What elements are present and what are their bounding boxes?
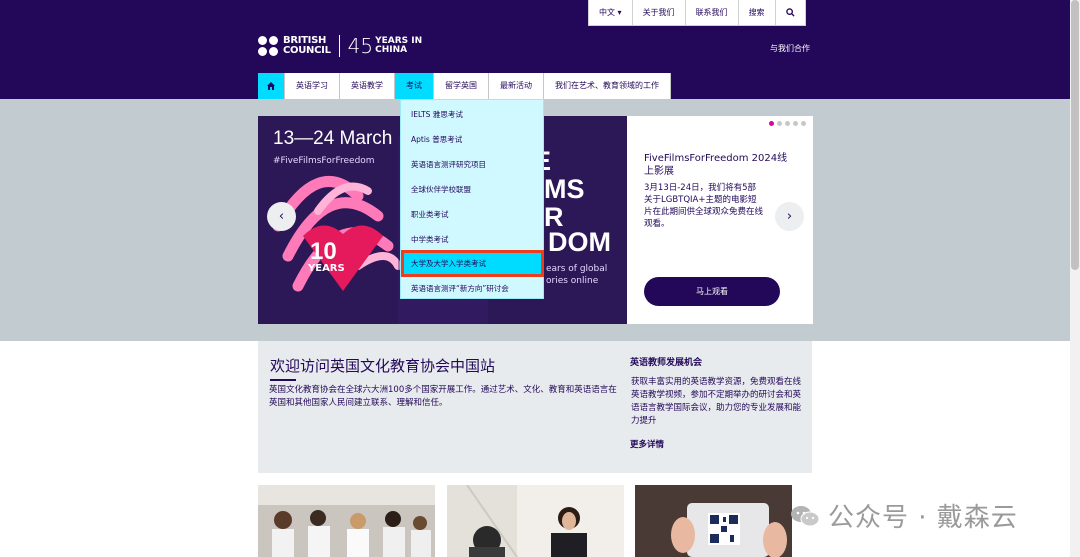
welcome-text: 英国文化教育协会在全球六大洲100多个国家开展工作。通过艺术、文化、教育和英语语… (269, 385, 617, 408)
dropdown-item-partner-schools[interactable]: 全球伙伴学校联盟 (411, 184, 471, 195)
nav-events[interactable]: 最新活动 (489, 73, 544, 99)
site-logo[interactable]: BRITISH COUNCIL 45 YEARS IN CHINA (258, 35, 422, 57)
hero-big-text-2: MS (544, 174, 585, 204)
dropdown-item-ielts[interactable]: IELTS 雅思考试 (411, 109, 463, 120)
page-scrollbar-thumb[interactable] (1071, 0, 1079, 270)
chevron-right-icon: › (786, 209, 793, 224)
hero-date: 13—24 March (273, 128, 393, 149)
carousel-dot[interactable] (769, 121, 774, 126)
carousel-dot[interactable] (801, 121, 806, 126)
language-selector[interactable]: 中文 ▾ (589, 0, 633, 25)
watermark-text: 公众号 · 戴森云 (828, 503, 1018, 533)
hero-small-text-1: ears of global (546, 264, 608, 274)
home-icon (267, 82, 275, 90)
main-nav: 英语学习 英语教学 考试 留学英国 最新活动 我们在艺术、教育领域的工作 (258, 73, 671, 99)
logo-wordmark: BRITISH COUNCIL (283, 35, 331, 56)
nav-home[interactable] (258, 73, 285, 99)
dropdown-item-new-directions[interactable]: 英语语言测评“新方向”研讨会 (411, 283, 509, 294)
hero-small-text-2: ories online (546, 276, 599, 286)
thumbnail-lab-image[interactable] (258, 485, 435, 557)
dropdown-item-professional-exams[interactable]: 职业类考试 (411, 209, 449, 220)
search-link[interactable]: 搜索 (739, 0, 776, 25)
logo-years-in-china: YEARS IN CHINA (375, 36, 423, 55)
hero-description: 3月13日-24日，我们将有5部关于LGBTQIA+主题的电影短片在此期间供全球… (644, 183, 764, 229)
dropdown-item-secondary-exams[interactable]: 中学类考试 (411, 234, 449, 245)
utility-bar: 中文 ▾ 关于我们 联系我们 搜索 (588, 0, 806, 26)
watch-now-button[interactable]: 马上观看 (644, 277, 780, 306)
about-link[interactable]: 关于我们 (633, 0, 686, 25)
thumbnail-meeting-image[interactable] (447, 485, 624, 557)
nav-english-teaching[interactable]: 英语教学 (340, 73, 395, 99)
nav-exams[interactable]: 考试 (395, 73, 434, 99)
british-council-dots-icon (258, 36, 278, 56)
wechat-icon (791, 505, 820, 526)
carousel-dot[interactable] (777, 121, 782, 126)
hero-hashtag: #FiveFilmsForFreedom (273, 156, 375, 166)
carousel-prev-button[interactable]: ‹ (267, 202, 296, 231)
contact-link[interactable]: 联系我们 (686, 0, 739, 25)
welcome-section: 欢迎访问英国文化教育协会中国站 英国文化教育协会在全球六大洲100多个国家开展工… (258, 341, 812, 473)
exams-dropdown-menu: IELTS 雅思考试 Aptis 普思考试 英语语言测评研究项目 全球伙伴学校联… (400, 99, 544, 299)
carousel-dot[interactable] (793, 121, 798, 126)
search-icon[interactable] (776, 0, 805, 25)
dropdown-item-aptis[interactable]: Aptis 普思考试 (411, 134, 462, 145)
dropdown-item-university-exams[interactable]: 大学及大学入学类考试 (411, 258, 486, 269)
logo-45: 45 (347, 34, 374, 58)
nav-arts-education[interactable]: 我们在艺术、教育领域的工作 (544, 73, 671, 99)
thumbnail-qr-card-image[interactable] (635, 485, 792, 557)
partner-link[interactable]: 与我们合作 (770, 43, 810, 54)
hero-title: FiveFilmsForFreedom 2024线上影展 (644, 153, 788, 177)
hero-years: YEARS (308, 263, 345, 274)
chevron-left-icon: ‹ (278, 209, 285, 224)
welcome-title: 欢迎访问英国文化教育协会中国站 (270, 357, 496, 375)
wechat-watermark: 公众号 · 戴森云 (790, 497, 1018, 534)
logo-divider (338, 35, 340, 57)
title-underline (270, 379, 296, 381)
teacher-opportunities-text: 获取丰富实用的英语教学资源，免费观看在线英语教学视频，参加不定期举办的研讨会和英… (631, 377, 802, 426)
dropdown-item-assessment-research[interactable]: 英语语言测评研究项目 (411, 159, 486, 170)
more-details-link[interactable]: 更多详情 (630, 438, 664, 450)
carousel-dot[interactable] (785, 121, 790, 126)
teacher-opportunities-title: 英语教师发展机会 (630, 358, 703, 368)
hero-10: 10 (310, 238, 337, 265)
nav-english-learning[interactable]: 英语学习 (285, 73, 340, 99)
carousel-dots (769, 121, 806, 126)
carousel-next-button[interactable]: › (775, 202, 804, 231)
nav-study-uk[interactable]: 留学英国 (434, 73, 489, 99)
hero-big-text-4: DOM (548, 227, 611, 257)
